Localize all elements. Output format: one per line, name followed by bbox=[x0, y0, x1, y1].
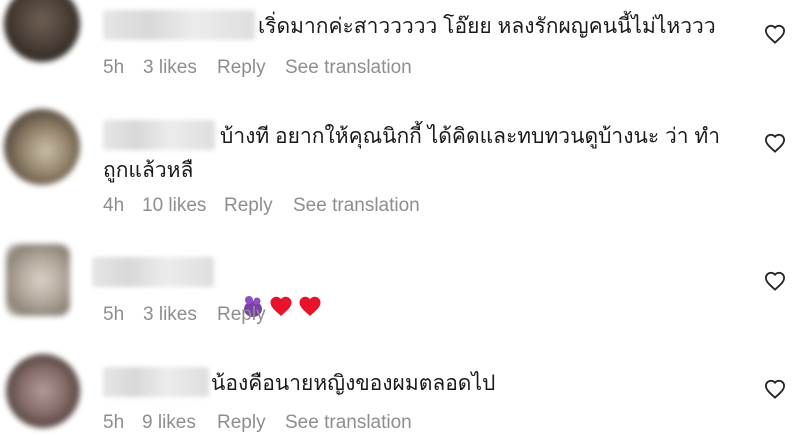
see-translation-button[interactable]: See translation bbox=[285, 57, 412, 79]
username[interactable] bbox=[103, 10, 255, 40]
timestamp: 5h bbox=[103, 57, 125, 78]
comment-text: บ้างที อยากให้คุณนิกกี้ ได้คิดและทบทวนดู… bbox=[103, 125, 720, 182]
heart-outline-icon[interactable] bbox=[764, 24, 786, 44]
heart-outline-icon[interactable] bbox=[764, 271, 786, 291]
username[interactable] bbox=[103, 367, 209, 397]
reply-button[interactable]: Reply bbox=[217, 304, 266, 326]
timestamp: 4h bbox=[103, 195, 125, 216]
comment-1: เริ่ดมากค่ะสาววววว โอ๊ยย หลงรักผญคนนี้ไม… bbox=[0, 0, 800, 95]
red-heart-emoji bbox=[270, 296, 292, 316]
timestamp: 5h bbox=[103, 304, 125, 325]
reply-button[interactable]: Reply bbox=[217, 57, 266, 79]
reply-button[interactable]: Reply bbox=[224, 195, 273, 217]
heart-outline-icon[interactable] bbox=[764, 133, 786, 153]
likes-count[interactable]: 10 likes bbox=[142, 195, 206, 217]
likes-count[interactable]: 9 likes bbox=[142, 412, 196, 434]
avatar[interactable] bbox=[6, 244, 70, 316]
avatar[interactable] bbox=[4, 109, 80, 185]
avatar[interactable] bbox=[4, 0, 80, 62]
comment-2: บ้างที อยากให้คุณนิกกี้ ได้คิดและทบทวนดู… bbox=[0, 95, 800, 230]
comment-text: น้องคือนายหญิงของผมตลอดไป bbox=[211, 372, 496, 395]
username[interactable] bbox=[92, 257, 214, 287]
see-translation-button[interactable]: See translation bbox=[293, 195, 420, 217]
likes-count[interactable]: 3 likes bbox=[143, 304, 197, 326]
red-heart-emoji bbox=[299, 296, 321, 316]
likes-count[interactable]: 3 likes bbox=[143, 57, 197, 79]
comment-text: เริ่ดมากค่ะสาววววว โอ๊ยย หลงรักผญคนนี้ไม… bbox=[258, 15, 716, 38]
reply-button[interactable]: Reply bbox=[217, 412, 266, 434]
comment-3: 5h 3 likes Reply bbox=[0, 230, 800, 340]
heart-outline-icon[interactable] bbox=[764, 379, 786, 399]
timestamp: 5h bbox=[103, 412, 125, 433]
see-translation-button[interactable]: See translation bbox=[285, 412, 412, 434]
avatar[interactable] bbox=[6, 354, 80, 428]
comment-4: น้องคือนายหญิงของผมตลอดไป 5h 9 likes Rep… bbox=[0, 340, 800, 437]
